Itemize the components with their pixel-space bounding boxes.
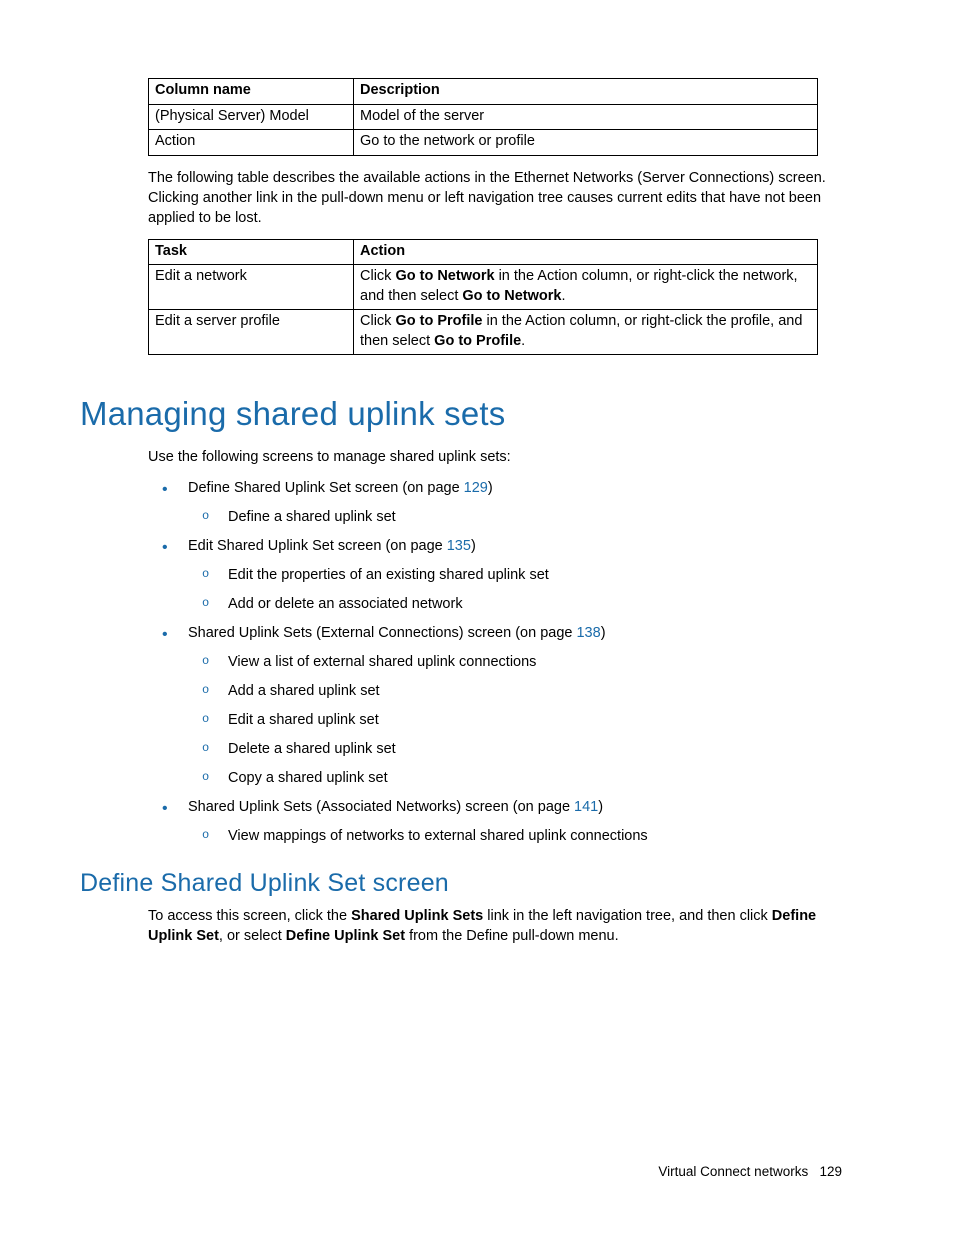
- list-item: Define Shared Uplink Set screen (on page…: [148, 478, 842, 528]
- table-cell: Edit a network: [149, 265, 354, 310]
- page-footer: Virtual Connect networks 129: [658, 1164, 842, 1179]
- heading-1: Managing shared uplink sets: [80, 395, 842, 433]
- task-action-table: Task Action Edit a network Click Go to N…: [148, 239, 818, 356]
- table-header: Action: [354, 239, 818, 265]
- table-cell: Action: [149, 130, 354, 156]
- paragraph: To access this screen, click the Shared …: [148, 906, 842, 947]
- paragraph: The following table describes the availa…: [148, 168, 842, 229]
- list-item: Edit the properties of an existing share…: [188, 565, 842, 586]
- table-cell: Model of the server: [354, 104, 818, 130]
- list-item: View mappings of networks to external sh…: [188, 826, 842, 847]
- list-item: Add or delete an associated network: [188, 594, 842, 615]
- page-link[interactable]: 141: [574, 799, 598, 815]
- list-item: Define a shared uplink set: [188, 507, 842, 528]
- list-item: View a list of external shared uplink co…: [188, 652, 842, 673]
- bullet-list: Define Shared Uplink Set screen (on page…: [148, 478, 842, 847]
- column-desc-table: Column name Description (Physical Server…: [148, 78, 818, 156]
- list-item: Shared Uplink Sets (Associated Networks)…: [148, 797, 842, 847]
- table-row: Edit a network Click Go to Network in th…: [149, 265, 818, 310]
- page-link[interactable]: 135: [447, 538, 471, 554]
- table-cell: Click Go to Profile in the Action column…: [354, 310, 818, 355]
- paragraph: Use the following screens to manage shar…: [148, 447, 842, 467]
- list-item: Edit Shared Uplink Set screen (on page 1…: [148, 536, 842, 615]
- table-row: (Physical Server) Model Model of the ser…: [149, 104, 818, 130]
- table-row: Edit a server profile Click Go to Profil…: [149, 310, 818, 355]
- table-cell: (Physical Server) Model: [149, 104, 354, 130]
- list-item: Shared Uplink Sets (External Connections…: [148, 623, 842, 789]
- table-header: Column name: [149, 79, 354, 105]
- table-row: Action Go to the network or profile: [149, 130, 818, 156]
- table-header: Task: [149, 239, 354, 265]
- table-cell: Click Go to Network in the Action column…: [354, 265, 818, 310]
- page-link[interactable]: 138: [576, 625, 600, 641]
- list-item: Edit a shared uplink set: [188, 710, 842, 731]
- list-item: Add a shared uplink set: [188, 681, 842, 702]
- page-link[interactable]: 129: [464, 480, 488, 496]
- list-item: Delete a shared uplink set: [188, 739, 842, 760]
- heading-2: Define Shared Uplink Set screen: [80, 869, 842, 898]
- table-cell: Edit a server profile: [149, 310, 354, 355]
- list-item: Copy a shared uplink set: [188, 768, 842, 789]
- table-cell: Go to the network or profile: [354, 130, 818, 156]
- table-header: Description: [354, 79, 818, 105]
